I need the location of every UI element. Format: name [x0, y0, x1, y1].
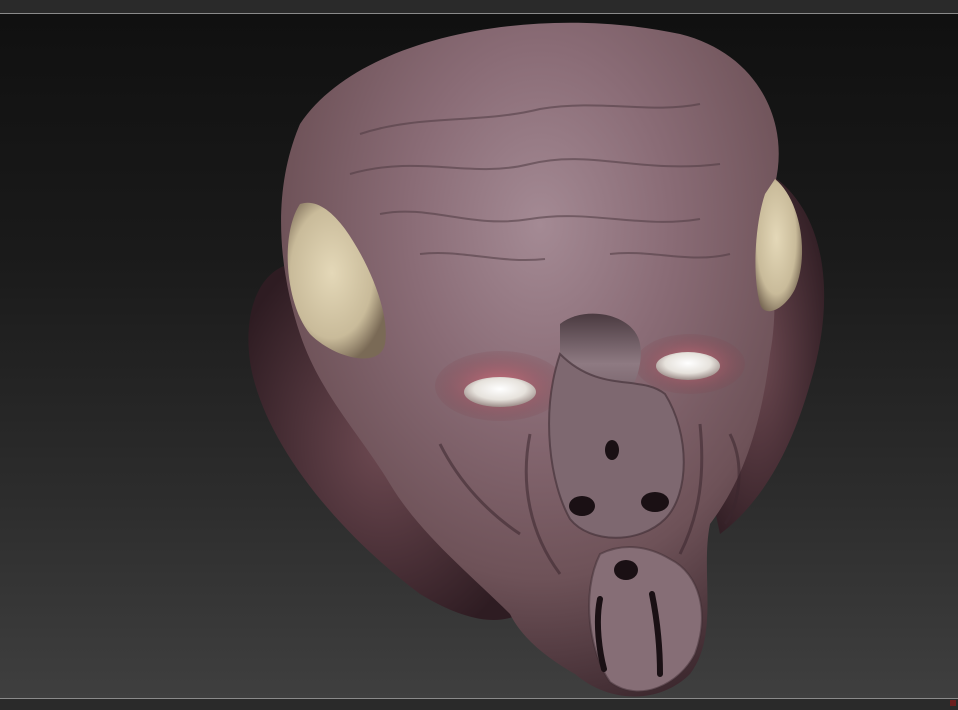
- nostril-left: [569, 496, 595, 516]
- nostril-top: [605, 440, 619, 460]
- nostril-right: [641, 492, 669, 512]
- alien-head-sculpt-icon[interactable]: [0, 14, 958, 698]
- left-eye: [464, 377, 536, 407]
- mouth-hole: [614, 560, 638, 580]
- sculpt-app-window: [0, 0, 958, 710]
- canvas-viewport[interactable]: [0, 14, 958, 698]
- right-eye: [656, 352, 720, 380]
- resize-handle[interactable]: [950, 700, 956, 706]
- bottom-frame-bar: [0, 698, 958, 710]
- top-frame-bar: [0, 0, 958, 14]
